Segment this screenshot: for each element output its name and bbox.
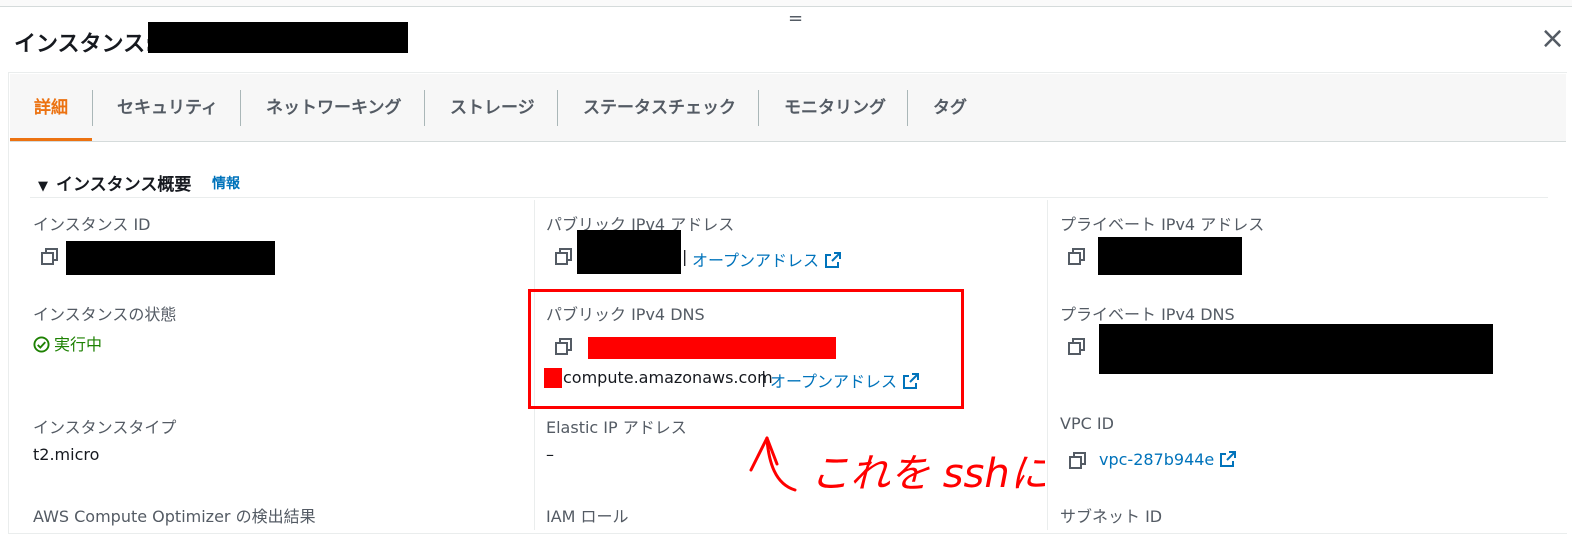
- tab-details[interactable]: 詳細: [34, 94, 68, 122]
- copy-icon[interactable]: [1068, 451, 1088, 471]
- tab-bar: 詳細 セキュリティ ネットワーキング ストレージ ステータスチェック モニタリン…: [10, 74, 1566, 142]
- tab-storage[interactable]: ストレージ: [450, 94, 535, 122]
- section-divider: [30, 197, 1548, 198]
- open-address-link[interactable]: オープンアドレス: [692, 247, 842, 271]
- instance-type-value: t2.micro: [33, 445, 100, 464]
- open-address-link-label: オープンアドレス: [692, 251, 820, 270]
- tab-divider: [907, 90, 908, 126]
- tab-security[interactable]: セキュリティ: [117, 94, 218, 122]
- resize-handle[interactable]: =: [788, 10, 803, 28]
- tab-divider: [92, 90, 93, 126]
- tab-divider: [758, 90, 759, 126]
- caret-down-icon: ▼: [38, 179, 48, 194]
- iam-role-label: IAM ロール: [546, 507, 629, 526]
- tab-divider: [424, 90, 425, 126]
- tab-divider: [557, 90, 558, 126]
- window-top-edge: [0, 0, 1572, 7]
- copy-icon[interactable]: [40, 247, 60, 267]
- redacted-public-ip: [577, 230, 681, 274]
- section-title: インスタンス概要: [56, 175, 192, 195]
- copy-icon[interactable]: [1067, 247, 1087, 267]
- tab-networking[interactable]: ネットワーキング: [266, 94, 402, 122]
- instance-id-label: インスタンス ID: [33, 215, 151, 234]
- tab-monitoring[interactable]: モニタリング: [784, 94, 886, 122]
- private-dns-label: プライベート IPv4 DNS: [1060, 305, 1235, 324]
- handwritten-annotation: これを sshに: [749, 436, 1045, 497]
- private-ipv4-label: プライベート IPv4 アドレス: [1060, 215, 1265, 234]
- close-icon[interactable]: ×: [1540, 24, 1565, 54]
- compute-optimizer-label: AWS Compute Optimizer の検出結果: [33, 507, 316, 526]
- subnet-id-label: サブネット ID: [1060, 507, 1163, 526]
- copy-icon[interactable]: [1067, 337, 1087, 357]
- elastic-ip-value: –: [546, 445, 554, 464]
- annotation-text: これを sshに: [810, 451, 1045, 497]
- redacted-private-dns: [1099, 324, 1493, 374]
- elastic-ip-label: Elastic IP アドレス: [546, 418, 687, 437]
- highlight-box: [528, 289, 964, 409]
- redacted-private-ip: [1098, 237, 1242, 275]
- vpc-id-link[interactable]: vpc-287b944e: [1099, 450, 1237, 469]
- instance-type-label: インスタンスタイプ: [33, 418, 177, 437]
- tab-tags[interactable]: タグ: [933, 94, 967, 122]
- column-divider: [1047, 200, 1048, 530]
- tab-status-checks[interactable]: ステータスチェック: [583, 94, 736, 122]
- tab-divider: [240, 90, 241, 126]
- external-link-icon: [1220, 451, 1237, 467]
- status-badge: 実行中: [33, 331, 102, 355]
- info-link[interactable]: 情報: [212, 173, 240, 193]
- redacted-instance-id: [66, 241, 275, 275]
- external-link-icon: [825, 252, 842, 268]
- vpc-id-value: vpc-287b944e: [1099, 450, 1215, 469]
- check-circle-icon: [33, 336, 50, 353]
- status-text: 実行中: [54, 335, 103, 354]
- instance-state-label: インスタンスの状態: [33, 305, 177, 324]
- active-tab-indicator: [10, 138, 92, 141]
- separator: |: [682, 247, 688, 266]
- redacted-instance-name: [148, 22, 408, 53]
- vpc-id-label: VPC ID: [1060, 414, 1114, 433]
- page-title: インスタンス:: [14, 32, 154, 57]
- section-toggle-instance-summary[interactable]: ▼ インスタンス概要: [38, 170, 191, 195]
- copy-icon[interactable]: [554, 247, 574, 267]
